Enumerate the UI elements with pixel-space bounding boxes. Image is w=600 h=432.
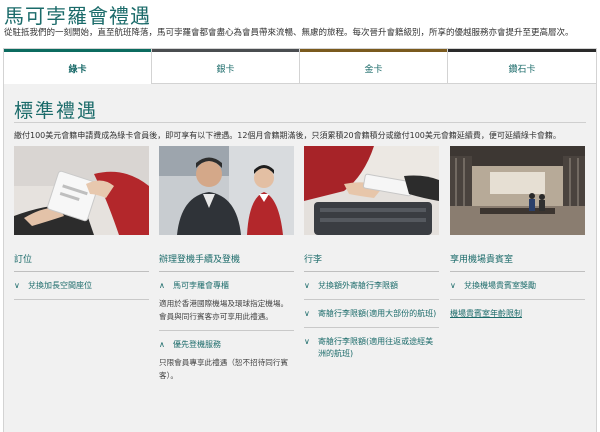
accordion-item[interactable]: ∨ 兌換加長空間座位 <box>14 280 149 292</box>
accordion-item-label: 兌換加長空間座位 <box>28 281 92 290</box>
photo-lounge <box>450 146 585 235</box>
tab-diamond-strip <box>448 49 596 52</box>
membership-tabs: 綠卡 銀卡 金卡 鑽石卡 <box>3 48 597 85</box>
tab-silver[interactable]: 銀卡 <box>151 48 300 84</box>
benefit-column-lounge: 享用機場貴賓室 ∨ 兌換機場貴賓室獎勵 機場貴賓室年齡限制 <box>450 252 585 320</box>
photo-seat-booking <box>14 146 149 235</box>
chevron-down-icon: ∨ <box>450 281 456 290</box>
item-divider <box>14 299 149 300</box>
chevron-down-icon: ∨ <box>304 281 310 290</box>
accordion-item-label: 寄艙行李限額(適用大部份的航班) <box>318 309 437 318</box>
accordion-item[interactable]: ∧ 優先登機服務 <box>159 339 294 351</box>
tab-diamond-label: 鑽石卡 <box>508 65 536 75</box>
intro-text: 從駐抵我們的一刻開始，直至航班降落，馬可孛羅會都會盡心為會員帶來流暢、無慮的旅程… <box>4 28 574 38</box>
accordion-item-label: 優先登機服務 <box>173 340 221 349</box>
chevron-down-icon: ∨ <box>14 281 20 290</box>
chevron-up-icon: ∧ <box>159 340 165 349</box>
accordion-item-body: 只限會員專享此禮遇（恕不招待同行賓客）。 <box>159 358 289 380</box>
lounge-age-limit-link[interactable]: 機場貴賓室年齡限制 <box>450 308 585 320</box>
photo-baggage <box>304 146 439 235</box>
section-description: 繳付100美元會籍申請費成為綠卡會員後，即可享有以下禮遇。12個月會籍期滿後，只… <box>14 131 561 140</box>
section-title: 標準禮遇 <box>14 100 99 122</box>
tab-silver-label: 銀卡 <box>216 65 235 75</box>
accordion-item-label: 機場貴賓室年齡限制 <box>450 309 522 318</box>
column-heading: 行李 <box>304 252 439 272</box>
column-heading: 享用機場貴賓室 <box>450 252 585 272</box>
accordion-item-body: 適用於香港國際機場及環球指定機場。會員與同行賓客亦可享用此禮遇。 <box>159 299 289 321</box>
item-divider <box>304 299 439 300</box>
tab-gold-strip <box>300 49 447 52</box>
accordion-item-label: 兌換機場貴賓室獎勵 <box>464 281 536 290</box>
column-heading: 訂位 <box>14 252 149 272</box>
item-divider <box>450 299 585 300</box>
accordion-item-label: 馬可孛羅會專櫃 <box>173 281 229 290</box>
page-title: 馬可孛羅會禮遇 <box>4 4 151 28</box>
column-heading: 辦理登機手續及登機 <box>159 252 294 272</box>
chevron-up-icon: ∧ <box>159 281 165 290</box>
tab-green-label: 綠卡 <box>68 65 87 75</box>
item-divider <box>159 330 294 331</box>
benefit-column-reservation: 訂位 ∨ 兌換加長空間座位 <box>14 252 149 300</box>
item-divider <box>304 327 439 328</box>
tab-silver-strip <box>152 49 299 52</box>
accordion-item[interactable]: ∨ 兌換額外寄艙行李限額 <box>304 280 439 292</box>
photo-check-in <box>159 146 294 235</box>
tab-diamond[interactable]: 鑽石卡 <box>447 48 597 84</box>
benefit-column-check-in: 辦理登機手續及登機 ∧ 馬可孛羅會專櫃 適用於香港國際機場及環球指定機場。會員與… <box>159 252 294 382</box>
section-divider <box>14 122 586 123</box>
chevron-down-icon: ∨ <box>304 309 310 318</box>
benefit-column-baggage: 行李 ∨ 兌換額外寄艙行李限額 ∨ 寄艙行李限額(適用大部份的航班) ∨ 寄艙行… <box>304 252 439 360</box>
accordion-item[interactable]: ∨ 兌換機場貴賓室獎勵 <box>450 280 585 292</box>
tab-green-strip <box>4 49 151 52</box>
accordion-item[interactable]: ∨ 寄艙行李限額(適用往返或途經美洲的航班) <box>304 336 439 360</box>
tab-gold-label: 金卡 <box>364 65 383 75</box>
accordion-item[interactable]: ∨ 寄艙行李限額(適用大部份的航班) <box>304 308 439 320</box>
tab-green[interactable]: 綠卡 <box>3 48 152 85</box>
accordion-item[interactable]: ∧ 馬可孛羅會專櫃 <box>159 280 294 292</box>
accordion-item-label: 寄艙行李限額(適用往返或途經美洲的航班) <box>318 337 434 358</box>
chevron-down-icon: ∨ <box>304 337 310 346</box>
accordion-item-label: 兌換額外寄艙行李限額 <box>318 281 398 290</box>
tab-gold[interactable]: 金卡 <box>299 48 448 84</box>
